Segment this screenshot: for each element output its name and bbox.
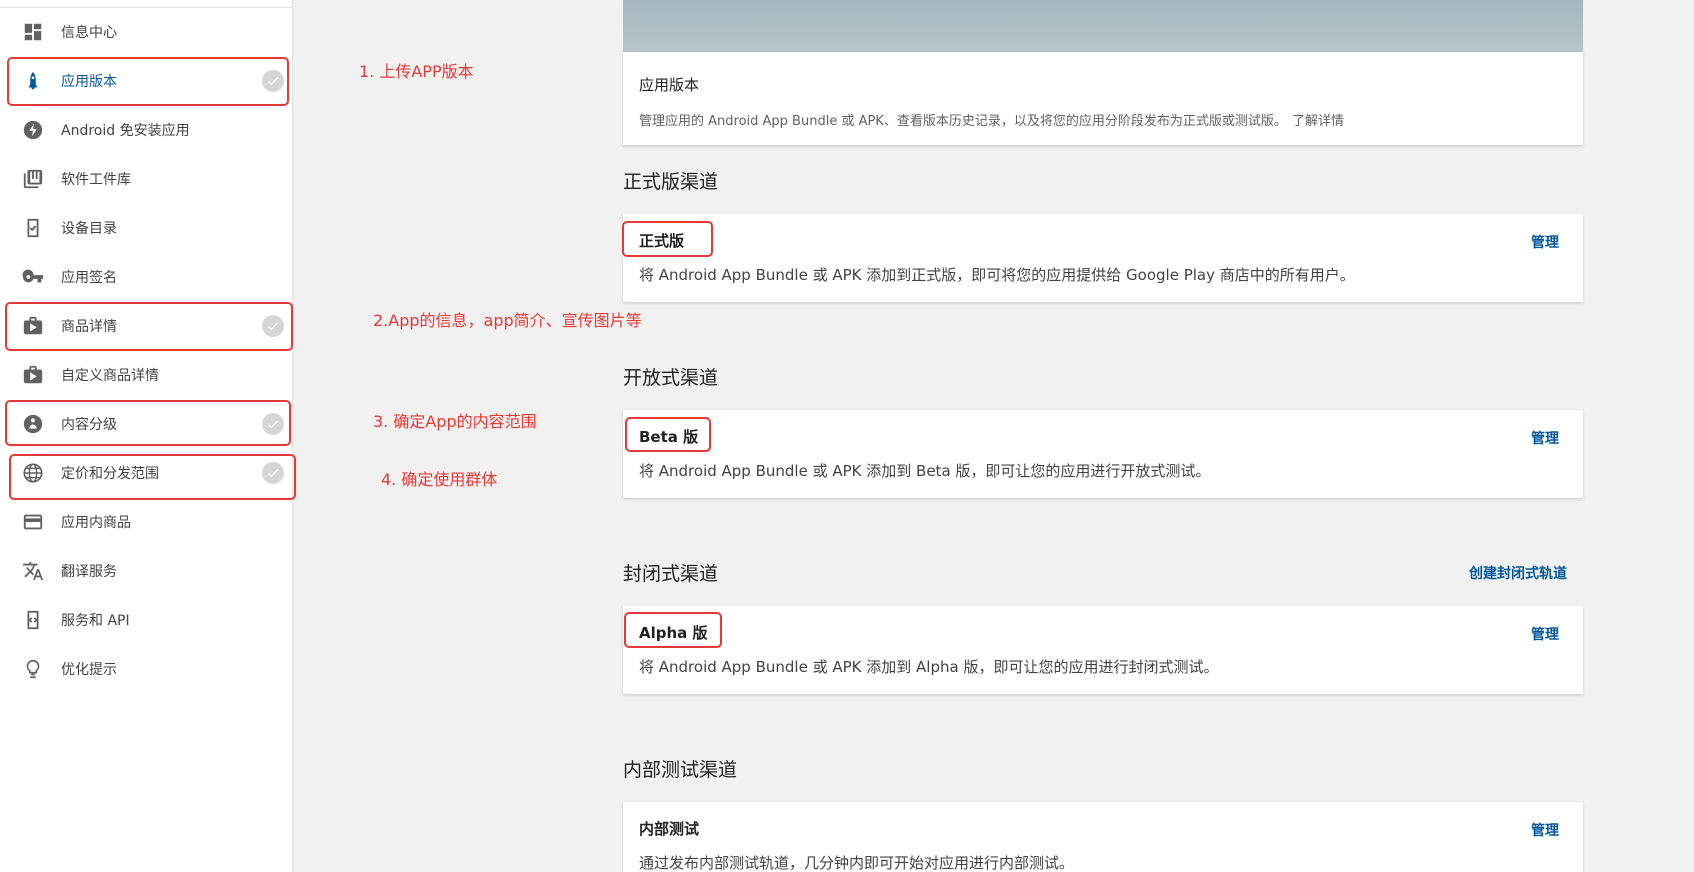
sidebar-item-in-app-products[interactable]: 应用内商品	[0, 497, 293, 546]
highlight-box-alpha	[624, 612, 722, 648]
section-title-internal: 内部测试渠道	[623, 759, 738, 781]
device-icon	[21, 216, 45, 240]
manage-alpha-button[interactable]: 管理	[1531, 624, 1559, 644]
bolt-icon	[21, 118, 45, 142]
sidebar-item-label: 自定义商品详情	[61, 367, 159, 384]
sidebar-item-label: 设备目录	[61, 220, 117, 237]
sidebar-item-label: 应用内商品	[61, 514, 131, 531]
api-icon	[21, 608, 45, 632]
section-title-open: 开放式渠道	[623, 367, 719, 389]
header-banner-image	[623, 0, 1583, 52]
highlight-box-pricing-distribution	[9, 454, 296, 500]
track-desc-internal: 通过发布内部测试轨道，几分钟内即可开始对应用进行内部测试。	[639, 854, 1075, 872]
track-desc-production: 将 Android App Bundle 或 APK 添加到正式版，即可将您的应…	[639, 266, 1355, 284]
sidebar-item-label: 软件工件库	[61, 171, 131, 188]
sidebar-item-dashboard[interactable]: 信息中心	[0, 7, 293, 56]
card-description: 管理应用的 Android App Bundle 或 APK、查看版本历史记录，…	[639, 110, 1344, 129]
sidebar-item-artifact-library[interactable]: 软件工件库	[0, 154, 293, 203]
sidebar-item-services-api[interactable]: 服务和 API	[0, 595, 293, 644]
annotation-step-3: 3. 确定App的内容范围	[373, 412, 537, 431]
sidebar-item-translation[interactable]: 翻译服务	[0, 546, 293, 595]
key-icon	[21, 265, 45, 289]
manage-internal-button[interactable]: 管理	[1531, 820, 1559, 840]
create-closed-track-link[interactable]: 创建封闭式轨道	[1469, 563, 1567, 583]
dashboard-icon	[21, 20, 45, 44]
manage-beta-button[interactable]: 管理	[1531, 428, 1559, 448]
sidebar-item-label: 应用签名	[61, 269, 117, 286]
highlight-box-store-listing	[5, 302, 293, 351]
sidebar-item-label: 翻译服务	[61, 563, 117, 580]
closed-track-card: Alpha 版 管理 将 Android App Bundle 或 APK 添加…	[623, 606, 1583, 694]
sidebar-item-label: 优化提示	[61, 661, 117, 678]
manage-production-button[interactable]: 管理	[1531, 232, 1559, 252]
card-description-text: 管理应用的 Android App Bundle 或 APK、查看版本历史记录，…	[639, 114, 1287, 129]
library-icon	[21, 167, 45, 191]
credit-card-icon	[21, 510, 45, 534]
sidebar-item-label: 信息中心	[61, 24, 117, 41]
highlight-box-content-rating	[5, 400, 291, 446]
lightbulb-icon	[21, 657, 45, 681]
section-title-production: 正式版渠道	[623, 171, 719, 193]
internal-track-card: 内部测试 管理 通过发布内部测试轨道，几分钟内即可开始对应用进行内部测试。	[623, 802, 1583, 872]
card-title: 应用版本	[639, 76, 700, 94]
app-releases-info-card: 应用版本 管理应用的 Android App Bundle 或 APK、查看版本…	[623, 52, 1583, 145]
annotation-step-4: 4. 确定使用群体	[381, 470, 498, 489]
track-desc-alpha: 将 Android App Bundle 或 APK 添加到 Alpha 版，即…	[639, 658, 1219, 676]
translate-icon	[21, 559, 45, 583]
sidebar-item-custom-store-listing[interactable]: 自定义商品详情	[0, 350, 293, 399]
highlight-box-production	[622, 221, 713, 257]
track-title-internal: 内部测试	[639, 820, 700, 838]
production-track-card: 正式版 管理 将 Android App Bundle 或 APK 添加到正式版…	[623, 214, 1583, 302]
sidebar-item-device-catalog[interactable]: 设备目录	[0, 203, 293, 252]
sidebar-item-instant-apps[interactable]: Android 免安装应用	[0, 105, 293, 154]
track-desc-beta: 将 Android App Bundle 或 APK 添加到 Beta 版，即可…	[639, 462, 1211, 480]
highlight-box-beta	[625, 417, 711, 452]
sidebar-item-optimization-tips[interactable]: 优化提示	[0, 644, 293, 693]
annotation-step-1: 1. 上传APP版本	[359, 62, 474, 81]
highlight-box-app-releases	[7, 57, 289, 106]
sidebar-item-label: 服务和 API	[61, 612, 130, 629]
section-title-closed: 封闭式渠道	[623, 563, 719, 585]
annotation-step-2: 2.App的信息，app简介、宣传图片等	[373, 311, 642, 330]
sidebar-item-app-signing[interactable]: 应用签名	[0, 252, 293, 301]
open-track-card: Beta 版 管理 将 Android App Bundle 或 APK 添加到…	[623, 410, 1583, 498]
store-listing-icon	[21, 363, 45, 387]
sidebar-item-label: Android 免安装应用	[61, 122, 190, 139]
learn-more-link[interactable]: 了解详情	[1292, 114, 1344, 129]
